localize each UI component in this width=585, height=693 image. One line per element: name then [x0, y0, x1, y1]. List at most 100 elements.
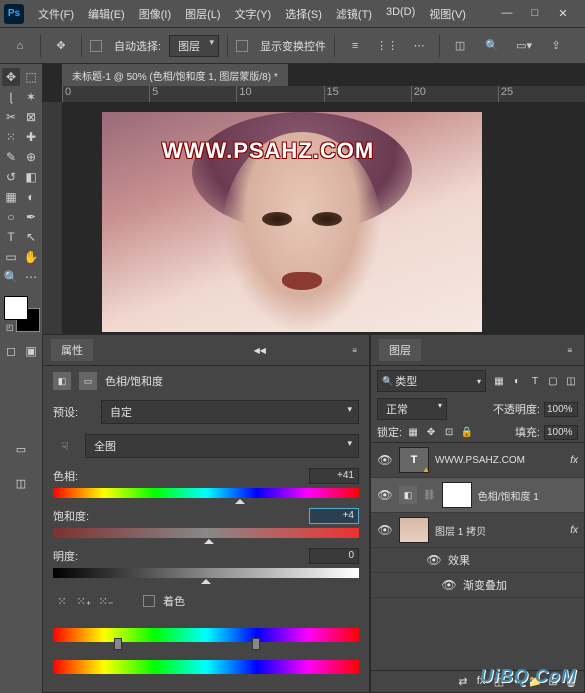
eraser-tool[interactable]: ◧	[22, 168, 40, 186]
lock-all-icon[interactable]: 🔒	[460, 425, 474, 439]
eyedropper-plus-icon[interactable]: ⁙₊	[75, 592, 93, 610]
move-tool-icon[interactable]: ✥	[49, 34, 73, 58]
marquee-tool[interactable]: ⬚	[22, 68, 40, 86]
eyedropper-minus-icon[interactable]: ⁙₋	[97, 592, 115, 610]
stamp-tool[interactable]: ⊕	[22, 148, 40, 166]
auto-select-checkbox[interactable]	[90, 40, 102, 52]
layer-name[interactable]: 色相/饱和度 1	[478, 488, 578, 503]
quickmask-tool[interactable]: ◻	[2, 342, 20, 360]
visibility-icon[interactable]: 👁	[377, 488, 393, 502]
crop-tool[interactable]: ✂	[2, 108, 20, 126]
layer-row[interactable]: 👁 ◧ ⛓ 色相/饱和度 1	[371, 478, 584, 513]
new-layer-icon[interactable]: ⊞	[546, 675, 560, 688]
saturation-slider[interactable]	[53, 528, 359, 538]
dock-icon[interactable]: ◫	[12, 474, 30, 492]
new-group-icon[interactable]: 📁	[528, 675, 542, 688]
menu-layer[interactable]: 图层(L)	[179, 2, 226, 26]
blend-mode-select[interactable]: 正常	[377, 398, 447, 420]
visibility-icon[interactable]: 👁	[377, 453, 393, 467]
maximize-button[interactable]: □	[525, 7, 545, 20]
menu-filter[interactable]: 滤镜(T)	[330, 2, 378, 26]
menu-image[interactable]: 图像(I)	[133, 2, 177, 26]
layer-effect-item[interactable]: 👁 渐变叠加	[371, 573, 584, 598]
finger-icon[interactable]: ☟	[53, 434, 77, 458]
type-tool[interactable]: T	[2, 228, 20, 246]
visibility-icon[interactable]: 👁	[377, 523, 393, 537]
fx-badge[interactable]: fx	[570, 525, 578, 536]
document-tab[interactable]: 未标题-1 @ 50% (色相/饱和度 1, 图层蒙版/8) *	[62, 64, 288, 87]
delete-layer-icon[interactable]: 🗑	[564, 675, 578, 688]
pen-tool[interactable]: ✒	[22, 208, 40, 226]
color-swatches[interactable]: ◰	[4, 296, 40, 332]
menu-select[interactable]: 选择(S)	[279, 2, 328, 26]
gradient-tool[interactable]: ▦	[2, 188, 20, 206]
link-layers-icon[interactable]: ⇄	[456, 675, 470, 688]
lightness-slider[interactable]	[53, 568, 359, 578]
panel-collapse-icon[interactable]: ◀◀	[250, 344, 270, 357]
magic-wand-tool[interactable]: ✶	[22, 88, 40, 106]
layer-row[interactable]: 👁 ▲ WWW.PSAHZ.COM fx	[371, 443, 584, 478]
filter-smart-icon[interactable]: ◫	[564, 374, 578, 388]
align-icon[interactable]: ≡	[343, 34, 367, 58]
home-icon[interactable]: ⌂	[8, 34, 32, 58]
fx-badge[interactable]: fx	[570, 455, 578, 466]
filter-adjustment-icon[interactable]: ◐	[510, 374, 524, 388]
preset-select[interactable]: 自定	[101, 400, 359, 424]
new-adjustment-icon[interactable]: ◐	[510, 675, 524, 688]
distribute-icon[interactable]: ⋮⋮	[375, 34, 399, 58]
brush-tool[interactable]: ✎	[2, 148, 20, 166]
menu-view[interactable]: 视图(V)	[423, 2, 472, 26]
layer-row[interactable]: 👁 图层 1 拷贝 fx	[371, 513, 584, 548]
properties-tab[interactable]: 属性	[51, 339, 93, 361]
eyedropper-icon[interactable]: ⁙	[53, 592, 71, 610]
layer-name[interactable]: WWW.PSAHZ.COM	[435, 455, 564, 466]
workspace-icon[interactable]: ▭▾	[512, 34, 536, 58]
layer-style-icon[interactable]: fx	[474, 675, 488, 688]
fill-value[interactable]: 100%	[544, 425, 578, 440]
menu-edit[interactable]: 编辑(E)	[82, 2, 131, 26]
link-mask-icon[interactable]: ⛓	[423, 490, 436, 501]
more-icon[interactable]: ⋯	[407, 34, 431, 58]
filter-pixel-icon[interactable]: ▦	[492, 374, 506, 388]
visibility-icon[interactable]: 👁	[426, 553, 442, 567]
visibility-icon[interactable]: 👁	[441, 578, 457, 592]
blur-tool[interactable]: ◐	[22, 188, 40, 206]
color-range-strip[interactable]	[53, 628, 359, 642]
lasso-tool[interactable]: ɭ	[2, 88, 20, 106]
menu-type[interactable]: 文字(Y)	[229, 2, 278, 26]
reset-swatch-icon[interactable]: ◰	[6, 323, 14, 332]
saturation-value[interactable]: +4	[309, 508, 359, 524]
hand-tool[interactable]: ✋	[22, 248, 40, 266]
layers-tab[interactable]: 图层	[379, 339, 421, 361]
shape-tool[interactable]: ▭	[2, 248, 20, 266]
move-tool[interactable]: ✥	[2, 68, 20, 86]
screenmode-tool[interactable]: ▣	[22, 342, 40, 360]
canvas[interactable]: WWW.PSAHZ.COM	[102, 112, 482, 332]
search-icon[interactable]: 🔍	[480, 34, 504, 58]
layer-name[interactable]: 图层 1 拷贝	[435, 523, 564, 538]
lock-position-icon[interactable]: ✥	[424, 425, 438, 439]
layer-filter-kind[interactable]: 类型	[377, 370, 486, 392]
dock-icon[interactable]: ▭	[12, 440, 30, 458]
auto-select-target[interactable]: 图层	[169, 35, 219, 57]
colorize-checkbox[interactable]	[143, 595, 155, 607]
hue-slider[interactable]	[53, 488, 359, 498]
menu-3d[interactable]: 3D(D)	[380, 2, 421, 26]
layer-mask-icon[interactable]: ◫	[492, 675, 506, 688]
minimize-button[interactable]: —	[497, 7, 517, 20]
opacity-value[interactable]: 100%	[544, 402, 578, 417]
mask-thumb[interactable]	[442, 482, 472, 508]
lightness-value[interactable]: 0	[309, 548, 359, 564]
color-range-strip2[interactable]	[53, 660, 359, 674]
lock-pixels-icon[interactable]: ▦	[406, 425, 420, 439]
filter-shape-icon[interactable]: ▢	[546, 374, 560, 388]
mask-icon[interactable]: ▭	[79, 372, 97, 390]
lock-artboard-icon[interactable]: ⊡	[442, 425, 456, 439]
3d-mode-icon[interactable]: ◫	[448, 34, 472, 58]
zoom-tool[interactable]: 🔍	[2, 268, 20, 286]
close-button[interactable]: ✕	[553, 7, 573, 20]
heal-tool[interactable]: ✚	[22, 128, 40, 146]
panel-menu-icon[interactable]: ≡	[348, 344, 361, 357]
hue-value[interactable]: +41	[309, 468, 359, 484]
filter-type-icon[interactable]: T	[528, 374, 542, 388]
